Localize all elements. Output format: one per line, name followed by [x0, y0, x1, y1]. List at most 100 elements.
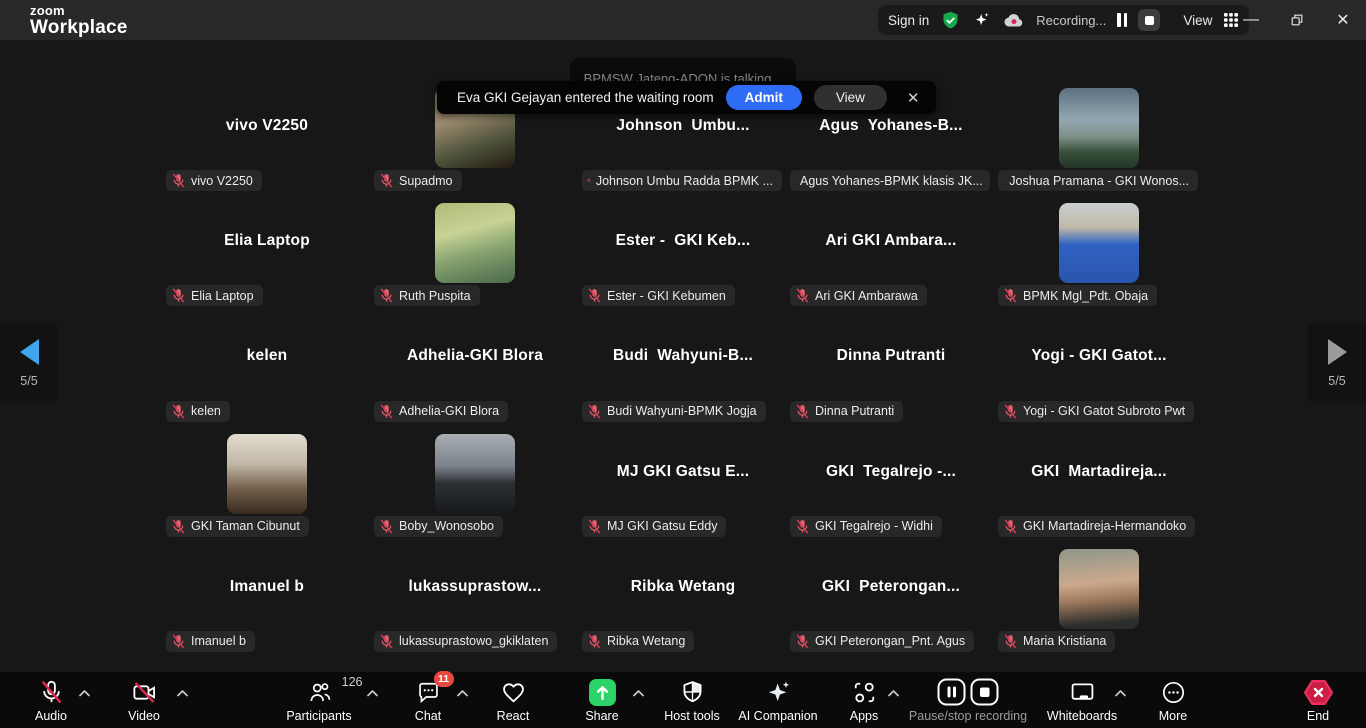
muted-mic-icon	[171, 173, 186, 188]
muted-mic-icon	[587, 404, 602, 419]
view-waiting-room-button[interactable]: View	[814, 85, 887, 110]
record-label: Pause/stop recording	[909, 709, 1027, 723]
apps-icon	[851, 677, 878, 707]
participant-name-label: BPMK Mgl_Pdt. Obaja	[1023, 289, 1148, 303]
participant-tile[interactable]: vivo V2250 vivo V2250	[163, 85, 371, 200]
mic-muted-icon	[38, 677, 65, 707]
participant-tile[interactable]: GKI Taman Cibunut	[163, 431, 371, 546]
more-button[interactable]: More	[1108, 677, 1238, 723]
participant-tile[interactable]: lukassuprastow... lukassuprastowo_gkikla…	[371, 546, 579, 661]
participant-tile[interactable]: Ari GKI Ambara... Ari GKI Ambarawa	[787, 200, 995, 315]
participant-tile[interactable]: Dinna Putranti Dinna Putranti	[787, 315, 995, 430]
muted-mic-icon	[1003, 404, 1018, 419]
restore-button[interactable]	[1274, 0, 1320, 40]
dismiss-banner-icon[interactable]: ✕	[903, 89, 924, 107]
close-window-button[interactable]: ✕	[1320, 0, 1366, 40]
muted-mic-icon	[1003, 519, 1018, 534]
admit-button[interactable]: Admit	[726, 85, 802, 110]
muted-mic-icon	[587, 519, 602, 534]
react-label: React	[497, 709, 530, 723]
participant-photo	[1059, 88, 1139, 168]
participant-name-label: Ribka Wetang	[607, 634, 685, 648]
chat-options-chevron-icon[interactable]	[456, 685, 469, 703]
participant-tile[interactable]: kelen kelen	[163, 315, 371, 430]
participant-tile[interactable]: BPMK Mgl_Pdt. Obaja	[995, 200, 1203, 315]
stop-recording-icon[interactable]	[1138, 9, 1160, 31]
muted-mic-icon	[379, 404, 394, 419]
participant-tile[interactable]: MJ GKI Gatsu E... MJ GKI Gatsu Eddy	[579, 431, 787, 546]
record-button[interactable]: Pause/stop recording	[903, 677, 1033, 723]
ai-companion-sparkle-icon[interactable]	[972, 10, 992, 30]
participant-tile[interactable]: Ester - GKI Keb... Ester - GKI Kebumen	[579, 200, 787, 315]
participant-tile[interactable]: Ruth Puspita	[371, 200, 579, 315]
participant-name-label: Agus Yohanes-BPMK klasis JK...	[800, 174, 983, 188]
participant-display-name: Agus Yohanes-B...	[787, 117, 995, 135]
heart-icon	[500, 677, 527, 707]
participant-tile[interactable]: Adhelia-GKI Blora Adhelia-GKI Blora	[371, 315, 579, 430]
participant-name-pill: Ari GKI Ambarawa	[790, 285, 927, 306]
participant-tile[interactable]: Ribka Wetang Ribka Wetang	[579, 546, 787, 661]
participant-display-name: GKI Tegalrejo -...	[787, 463, 995, 481]
meeting-gallery-stage: BPMSW Jateng-ADON is talking... Eva GKI …	[0, 40, 1366, 672]
pause-recording-icon[interactable]	[1117, 12, 1127, 28]
apps-options-chevron-icon[interactable]	[887, 685, 900, 703]
more-icon	[1160, 677, 1187, 707]
audio-options-chevron-icon[interactable]	[78, 685, 91, 703]
waiting-room-message: Eva GKI Gejayan entered the waiting room	[457, 90, 714, 105]
participant-name-label: Imanuel b	[191, 634, 246, 648]
participant-display-name: Adhelia-GKI Blora	[371, 347, 579, 365]
participant-tile[interactable]: Joshua Pramana - GKI Wonos...	[995, 85, 1203, 200]
window-controls: — ✕	[1228, 0, 1366, 40]
apps-label: Apps	[850, 709, 879, 723]
video-options-chevron-icon[interactable]	[176, 685, 189, 703]
sign-in-button[interactable]: Sign in	[888, 13, 929, 28]
participant-name-label: Budi Wahyuni-BPMK Jogja	[607, 404, 757, 418]
participant-tile[interactable]: Imanuel b Imanuel b	[163, 546, 371, 661]
next-page-button[interactable]: 5/5	[1308, 323, 1366, 403]
participant-tile[interactable]: Yogi - GKI Gatot... Yogi - GKI Gatot Sub…	[995, 315, 1203, 430]
participant-name-label: GKI Martadireja-Hermandoko	[1023, 519, 1186, 533]
participant-display-name: vivo V2250	[163, 117, 371, 135]
minimize-button[interactable]: —	[1228, 0, 1274, 40]
muted-mic-icon	[795, 404, 810, 419]
participant-display-name: Ari GKI Ambara...	[787, 232, 995, 250]
whiteboards-options-chevron-icon[interactable]	[1114, 685, 1127, 703]
end-button[interactable]: End	[1253, 677, 1366, 723]
end-label: End	[1307, 709, 1329, 723]
share-icon	[588, 677, 617, 707]
participant-display-name: GKI Peterongan...	[787, 578, 995, 596]
participant-tile[interactable]: GKI Martadireja... GKI Martadireja-Herma…	[995, 431, 1203, 546]
participant-tile[interactable]: GKI Tegalrejo -... GKI Tegalrejo - Widhi	[787, 431, 995, 546]
participant-display-name: Ester - GKI Keb...	[579, 232, 787, 250]
participant-tile[interactable]: Maria Kristiana	[995, 546, 1203, 661]
participant-tile[interactable]: Boby_Wonosobo	[371, 431, 579, 546]
record-controls-icon	[937, 677, 1000, 707]
participant-name-label: Ruth Puspita	[399, 289, 471, 303]
participant-name-label: vivo V2250	[191, 174, 253, 188]
share-label: Share	[585, 709, 618, 723]
participant-tile[interactable]: Elia Laptop Elia Laptop	[163, 200, 371, 315]
participant-name-label: Supadmo	[399, 174, 453, 188]
video-button[interactable]: Video	[79, 677, 209, 723]
participant-name-label: Adhelia-GKI Blora	[399, 404, 499, 418]
share-options-chevron-icon[interactable]	[632, 685, 645, 703]
participant-tile[interactable]: Budi Wahyuni-B... Budi Wahyuni-BPMK Jogj…	[579, 315, 787, 430]
participant-name-label: GKI Tegalrejo - Widhi	[815, 519, 933, 533]
muted-mic-icon	[171, 288, 186, 303]
audio-label: Audio	[35, 709, 67, 723]
chat-label: Chat	[415, 709, 441, 723]
muted-mic-icon	[1003, 173, 1004, 188]
participant-name-pill: Joshua Pramana - GKI Wonos...	[998, 170, 1198, 191]
participants-options-chevron-icon[interactable]	[366, 685, 379, 703]
muted-mic-icon	[171, 404, 186, 419]
muted-mic-icon	[587, 288, 602, 303]
view-button[interactable]: View	[1183, 13, 1212, 28]
participants-count: 126	[342, 675, 363, 689]
participant-tile[interactable]: GKI Peterongan... GKI Peterongan_Pnt. Ag…	[787, 546, 995, 661]
participant-photo	[1059, 549, 1139, 629]
participants-label: Participants	[286, 709, 351, 723]
end-call-icon	[1303, 677, 1334, 707]
previous-page-button[interactable]: 5/5	[0, 323, 58, 403]
participant-name-pill: Agus Yohanes-BPMK klasis JK...	[790, 170, 990, 191]
participant-name-pill: Boby_Wonosobo	[374, 516, 503, 537]
